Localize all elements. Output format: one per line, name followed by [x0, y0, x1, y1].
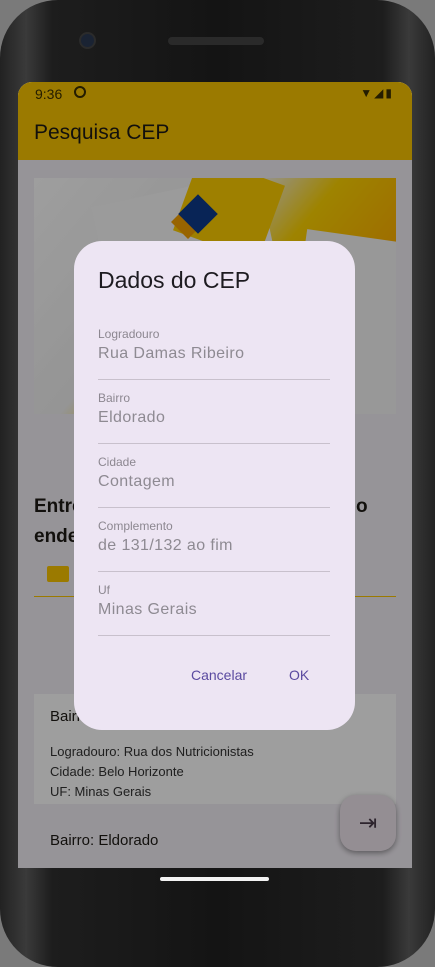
- field-label: Bairro: [98, 391, 131, 405]
- ok-button[interactable]: OK: [289, 667, 309, 683]
- field-value: Rua Damas Ribeiro: [98, 345, 245, 362]
- field-label: Cidade: [98, 455, 137, 469]
- dialog-title: Dados do CEP: [98, 267, 251, 293]
- field-label: Uf: [98, 583, 110, 597]
- field-value: Eldorado: [98, 409, 166, 426]
- phone-frame: 9:36 ▼◢▮ Pesquisa CEP Entre o ende Bairr …: [0, 0, 435, 967]
- field-logradouro[interactable]: Logradouro Rua Damas Ribeiro: [98, 327, 330, 380]
- field-value: Contagem: [98, 473, 176, 490]
- cep-data-dialog: Dados do CEP Logradouro Rua Damas Ribeir…: [74, 241, 355, 730]
- earpiece-speaker: [168, 37, 264, 45]
- field-uf[interactable]: Uf Minas Gerais: [98, 583, 330, 636]
- field-cidade[interactable]: Cidade Contagem: [98, 455, 330, 508]
- app-screen: 9:36 ▼◢▮ Pesquisa CEP Entre o ende Bairr …: [18, 82, 412, 868]
- field-label: Logradouro: [98, 327, 160, 341]
- field-complemento[interactable]: Complemento de 131/132 ao fim: [98, 519, 330, 572]
- field-value: Minas Gerais: [98, 601, 198, 618]
- field-value: de 131/132 ao fim: [98, 537, 233, 554]
- gesture-navigation-bar[interactable]: [160, 877, 269, 881]
- field-bairro[interactable]: Bairro Eldorado: [98, 391, 330, 444]
- cancel-button[interactable]: Cancelar: [191, 667, 247, 683]
- field-label: Complemento: [98, 519, 173, 533]
- front-camera: [81, 34, 94, 47]
